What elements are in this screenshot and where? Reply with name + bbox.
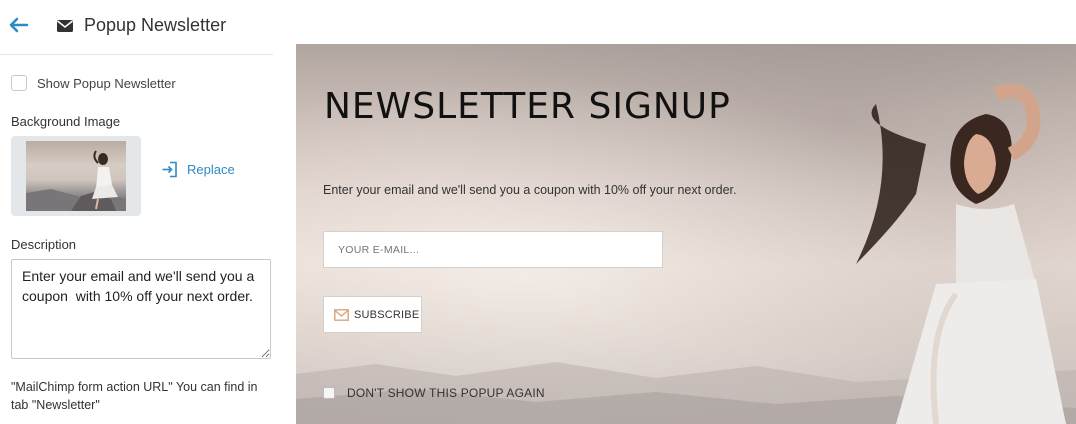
subscribe-button[interactable]: SUBSCRIBE xyxy=(323,296,422,333)
arrow-left-icon xyxy=(9,17,29,33)
subscribe-label: SUBSCRIBE xyxy=(354,308,420,321)
sidebar-header: Popup Newsletter xyxy=(0,0,273,55)
envelope-icon xyxy=(334,308,349,321)
show-popup-checkbox[interactable] xyxy=(11,75,27,91)
replace-label: Replace xyxy=(187,162,235,177)
replace-image-button[interactable]: Replace xyxy=(161,161,235,178)
newsletter-title: NEWSLETTER SIGNUP xyxy=(324,86,731,127)
page-title: Popup Newsletter xyxy=(84,15,227,35)
dont-show-again-toggle[interactable]: DON'T SHOW THIS POPUP AGAIN xyxy=(323,386,545,400)
settings-sidebar: Popup Newsletter Show Popup Newsletter B… xyxy=(0,0,273,424)
dont-show-again-checkbox[interactable] xyxy=(323,387,335,399)
back-button[interactable] xyxy=(8,14,30,36)
woman-photo xyxy=(856,83,1066,424)
mailchimp-note: "MailChimp form action URL" You can find… xyxy=(11,380,258,412)
show-popup-label: Show Popup Newsletter xyxy=(37,75,176,91)
newsletter-popup-preview: NEWSLETTER SIGNUP Enter your email and w… xyxy=(296,44,1076,424)
show-popup-toggle[interactable]: Show Popup Newsletter xyxy=(11,74,176,92)
thumbnail-image xyxy=(26,150,126,211)
envelope-icon xyxy=(57,20,73,32)
description-textarea[interactable]: Enter your email and we'll send you a co… xyxy=(11,259,271,359)
email-input[interactable] xyxy=(323,231,663,268)
background-thumbnail xyxy=(26,141,126,211)
description-label: Description xyxy=(11,237,77,252)
newsletter-description: Enter your email and we'll send you a co… xyxy=(323,183,737,197)
background-image-preview[interactable] xyxy=(11,136,141,216)
sign-in-icon xyxy=(162,161,177,178)
dont-show-again-label: DON'T SHOW THIS POPUP AGAIN xyxy=(347,386,545,400)
background-image-label: Background Image xyxy=(11,114,121,129)
